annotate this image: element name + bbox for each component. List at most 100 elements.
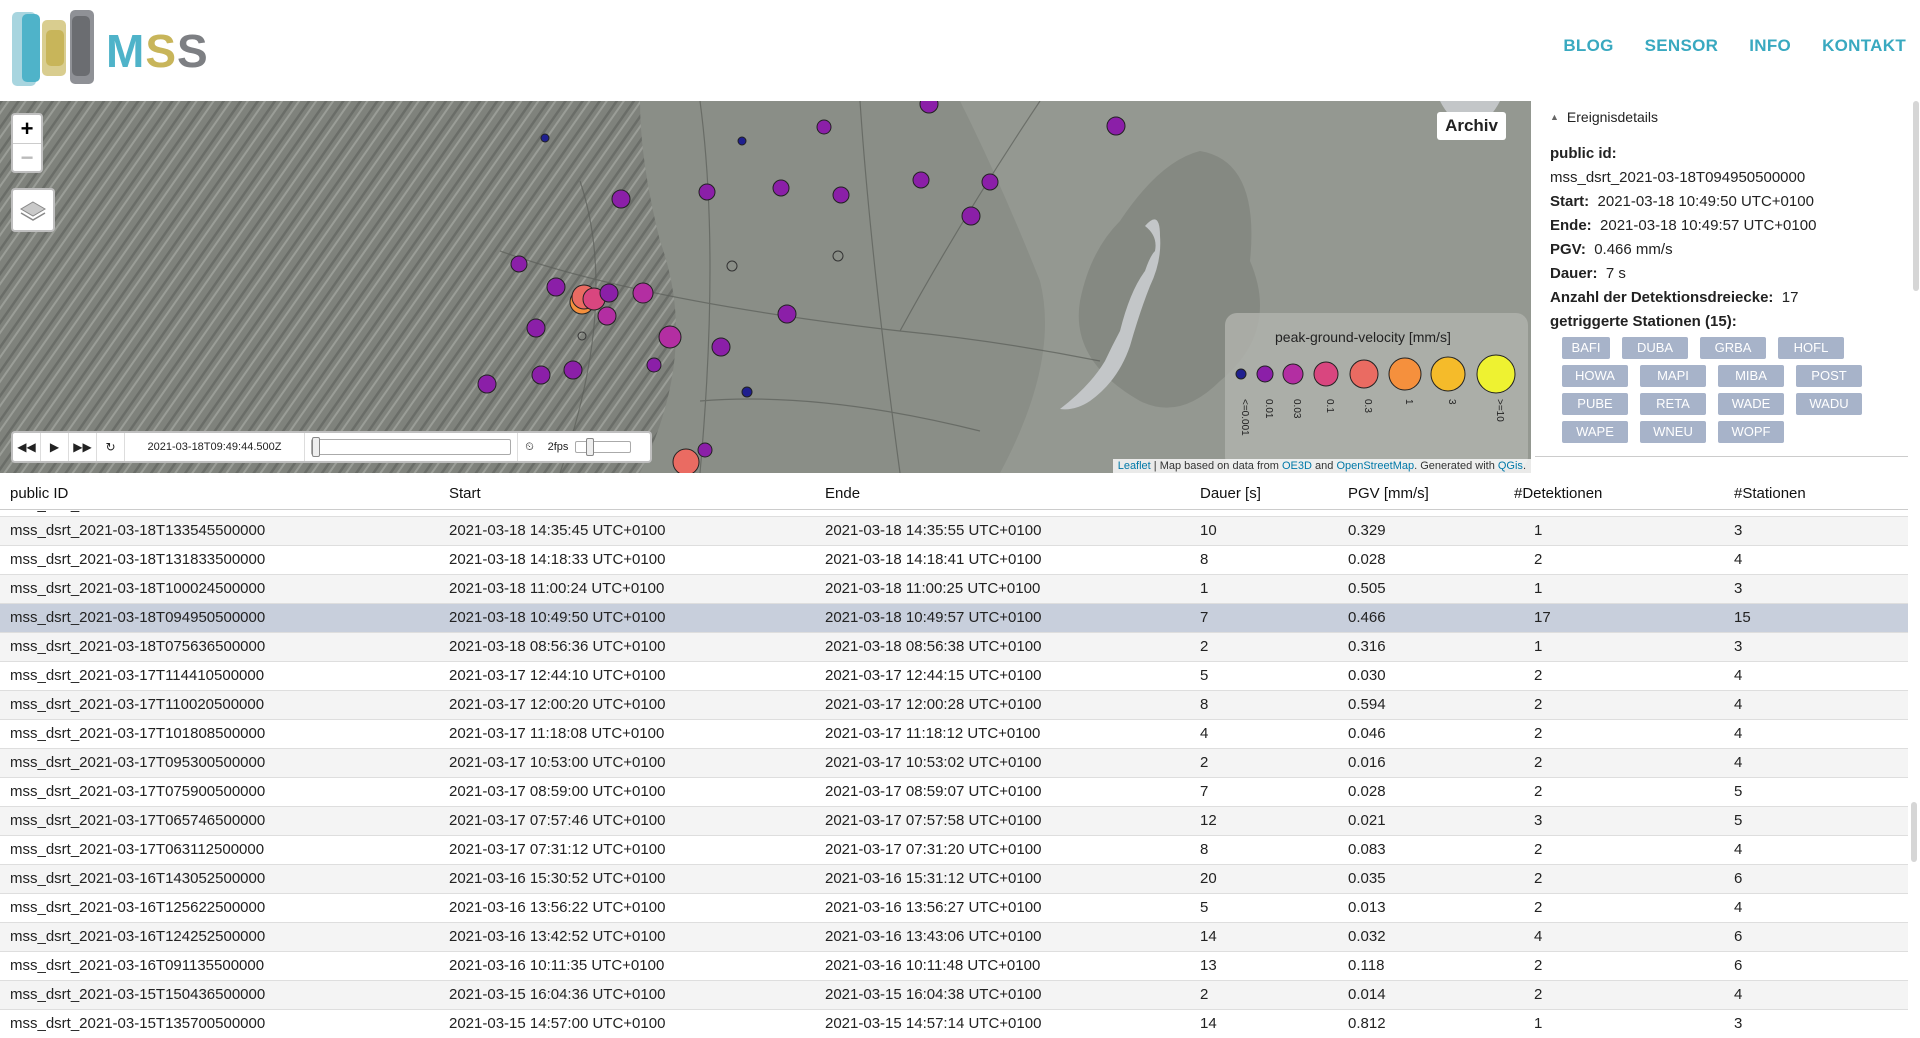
table-row[interactable]: mss_dsrt_2021-03-16T124252500000 2021-03-… xyxy=(0,923,1908,952)
event-marker[interactable] xyxy=(526,318,546,338)
table-row[interactable]: mss_dsrt_2021-03-15T135700500000 2021-03-… xyxy=(0,1010,1908,1038)
station-badge[interactable]: GRBA xyxy=(1700,337,1766,359)
event-marker[interactable] xyxy=(919,101,939,114)
station-badge[interactable]: MAPI xyxy=(1640,365,1706,387)
station-badge[interactable]: WOPF xyxy=(1718,421,1784,443)
table-row[interactable]: mss_dsrt_2021-03-16T143052500000 2021-03-… xyxy=(0,865,1908,894)
details-divider xyxy=(1535,456,1908,457)
table-row[interactable]: mss_dsrt_2021-03-16T125622500000 2021-03-… xyxy=(0,894,1908,923)
station-badge[interactable]: WAPE xyxy=(1562,421,1628,443)
table-row[interactable]: mss_dsrt_2021-03-17T065746500000 2021-03-… xyxy=(0,807,1908,836)
event-marker[interactable] xyxy=(981,173,999,191)
station-badge[interactable]: MIBA xyxy=(1718,365,1784,387)
event-marker[interactable] xyxy=(510,255,528,273)
table-row[interactable]: mss_dsrt_2021-03-17T095300500000 2021-03-… xyxy=(0,749,1908,778)
step-forward-button[interactable]: ▶▶ xyxy=(69,433,97,461)
station-badge[interactable]: PUBE xyxy=(1562,393,1628,415)
event-marker[interactable] xyxy=(726,260,738,272)
column-header-end[interactable]: Ende xyxy=(825,485,860,502)
event-marker[interactable] xyxy=(1106,116,1126,136)
event-marker[interactable] xyxy=(698,183,716,201)
event-marker[interactable] xyxy=(658,325,682,349)
station-badge[interactable]: WNEU xyxy=(1640,421,1706,443)
table-scrollbar[interactable] xyxy=(1910,478,1920,1038)
leaflet-link[interactable]: Leaflet xyxy=(1118,460,1151,472)
table-cell: 14 xyxy=(1200,928,1217,945)
column-header-stations[interactable]: #Stationen xyxy=(1734,485,1806,502)
station-badge[interactable]: POST xyxy=(1796,365,1862,387)
speed-slider[interactable] xyxy=(575,438,631,456)
event-marker[interactable] xyxy=(912,171,930,189)
column-header-start[interactable]: Start xyxy=(449,485,481,502)
oe3d-link[interactable]: OE3D xyxy=(1282,460,1312,472)
attribution-text: . Generated with xyxy=(1414,460,1498,472)
step-back-button[interactable]: ◀◀ xyxy=(13,433,41,461)
station-badge[interactable]: BAFI xyxy=(1562,337,1610,359)
event-marker[interactable] xyxy=(599,283,619,303)
table-row[interactable]: mss_dsrt_2021-03-18T145025000000 2021-03-… xyxy=(0,510,1908,517)
time-slider-thumb[interactable] xyxy=(312,437,320,457)
column-header-duration[interactable]: Dauer [s] xyxy=(1200,485,1261,502)
event-marker[interactable] xyxy=(477,374,497,394)
table-row[interactable]: mss_dsrt_2021-03-15T150436500000 2021-03-… xyxy=(0,981,1908,1010)
event-marker[interactable] xyxy=(546,277,566,297)
event-map[interactable]: + − Archiv peak-ground-velocity [mm/s] <… xyxy=(0,101,1531,473)
table-row[interactable]: mss_dsrt_2021-03-18T131833500000 2021-03-… xyxy=(0,546,1908,575)
event-marker[interactable] xyxy=(961,206,981,226)
event-marker[interactable] xyxy=(737,136,747,146)
event-marker[interactable] xyxy=(832,186,850,204)
details-scrollbar-thumb[interactable] xyxy=(1913,101,1919,291)
event-marker[interactable] xyxy=(597,306,617,326)
event-marker[interactable] xyxy=(540,133,550,143)
event-marker[interactable] xyxy=(711,337,731,357)
nav-kontakt[interactable]: KONTAKT xyxy=(1822,36,1906,56)
qgis-link[interactable]: QGis xyxy=(1498,460,1523,472)
table-row[interactable]: mss_dsrt_2021-03-18T133545500000 2021-03-… xyxy=(0,517,1908,546)
event-marker[interactable] xyxy=(672,448,700,473)
table-row[interactable]: mss_dsrt_2021-03-17T101808500000 2021-03-… xyxy=(0,720,1908,749)
nav-sensor[interactable]: SENSOR xyxy=(1645,36,1719,56)
event-marker[interactable] xyxy=(577,331,587,341)
event-marker[interactable] xyxy=(611,189,631,209)
table-row[interactable]: mss_dsrt_2021-03-17T063112500000 2021-03-… xyxy=(0,836,1908,865)
nav-blog[interactable]: BLOG xyxy=(1563,36,1613,56)
event-marker[interactable] xyxy=(646,357,662,373)
station-badge[interactable]: WADU xyxy=(1796,393,1862,415)
details-header[interactable]: ▲ Ereignisdetails xyxy=(1550,109,1658,125)
event-marker[interactable] xyxy=(531,365,551,385)
column-header-public-id[interactable]: public ID xyxy=(10,485,68,502)
station-badge[interactable]: DUBA xyxy=(1622,337,1688,359)
osm-link[interactable]: OpenStreetMap xyxy=(1336,460,1414,472)
event-marker[interactable] xyxy=(563,360,583,380)
mss-logo[interactable]: MSS xyxy=(12,6,212,90)
speed-slider-thumb[interactable] xyxy=(586,438,594,456)
details-scrollbar[interactable] xyxy=(1910,101,1920,457)
play-button[interactable]: ▶ xyxy=(41,433,69,461)
event-marker[interactable] xyxy=(632,282,654,304)
table-cell: 2 xyxy=(1534,986,1543,1003)
table-row[interactable]: mss_dsrt_2021-03-18T100024500000 2021-03-… xyxy=(0,575,1908,604)
station-badge[interactable]: WADE xyxy=(1718,393,1784,415)
station-badge[interactable]: HOWA xyxy=(1562,365,1628,387)
station-badge[interactable]: HOFL xyxy=(1778,337,1844,359)
event-marker[interactable] xyxy=(697,442,713,458)
loop-button[interactable]: ↻ xyxy=(97,433,125,461)
column-header-pgv[interactable]: PGV [mm/s] xyxy=(1348,485,1429,502)
table-scrollbar-thumb[interactable] xyxy=(1911,802,1917,862)
nav-info[interactable]: INFO xyxy=(1749,36,1791,56)
event-marker[interactable] xyxy=(741,386,753,398)
table-row[interactable]: mss_dsrt_2021-03-17T075900500000 2021-03-… xyxy=(0,778,1908,807)
event-marker[interactable] xyxy=(832,250,844,262)
column-header-detections[interactable]: #Detektionen xyxy=(1514,485,1602,502)
table-row-selected[interactable]: mss_dsrt_2021-03-18T094950500000 2021-03-… xyxy=(0,604,1908,633)
table-cell: 0.466 xyxy=(1348,609,1386,626)
event-marker[interactable] xyxy=(816,119,832,135)
table-row[interactable]: mss_dsrt_2021-03-16T091135500000 2021-03-… xyxy=(0,952,1908,981)
table-row[interactable]: mss_dsrt_2021-03-18T075636500000 2021-03-… xyxy=(0,633,1908,662)
table-row[interactable]: mss_dsrt_2021-03-17T114410500000 2021-03-… xyxy=(0,662,1908,691)
table-row[interactable]: mss_dsrt_2021-03-17T110020500000 2021-03-… xyxy=(0,691,1908,720)
time-slider[interactable] xyxy=(311,437,511,457)
station-badge[interactable]: RETA xyxy=(1640,393,1706,415)
event-marker[interactable] xyxy=(772,179,790,197)
event-marker[interactable] xyxy=(777,304,797,324)
